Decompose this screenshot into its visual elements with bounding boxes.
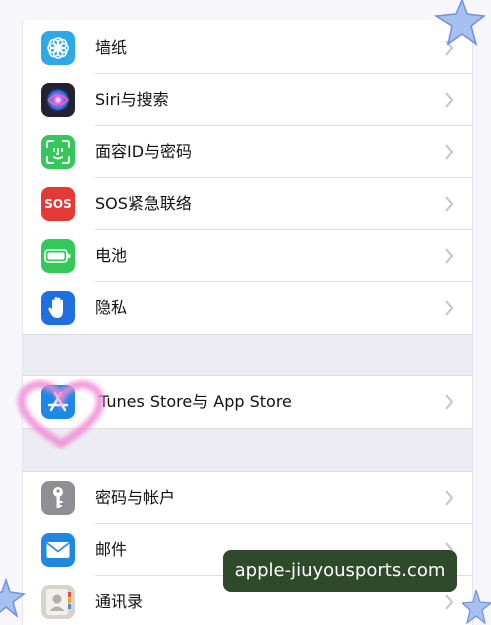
chevron-right-icon (445, 490, 454, 506)
siri-icon (41, 83, 75, 117)
settings-row-label: 邮件 (95, 540, 128, 559)
group-separator (23, 334, 472, 376)
chevron-right-icon (445, 300, 454, 316)
key-icon (41, 481, 75, 515)
settings-row-siri[interactable]: Siri与搜索 (23, 74, 472, 126)
face-id-icon (41, 135, 75, 169)
settings-row-label: 面容ID与密码 (95, 142, 193, 161)
settings-row-label: 墙纸 (95, 38, 128, 57)
watermark-label: apple-jiuyousports.com (223, 550, 457, 592)
battery-icon (41, 239, 75, 273)
star-sticker-icon (0, 578, 26, 618)
chevron-right-icon (445, 248, 454, 264)
settings-row-passwords-accounts[interactable]: 密码与帐户 (23, 472, 472, 524)
settings-row-wallpaper[interactable]: 墙纸 (23, 22, 472, 74)
sos-icon-text: SOS (44, 197, 72, 211)
settings-row-sos[interactable]: SOS SOS紧急联络 (23, 178, 472, 230)
flower-icon (41, 31, 75, 65)
settings-row-label: Siri与搜索 (95, 90, 169, 109)
star-sticker-icon (433, 0, 486, 46)
mail-icon (41, 533, 75, 567)
chevron-right-icon (445, 594, 454, 610)
chevron-right-icon (445, 196, 454, 212)
settings-row-label: 电池 (95, 246, 128, 265)
settings-row-label: 隐私 (95, 298, 128, 317)
star-sticker-icon (462, 590, 491, 625)
settings-row-label: 通讯录 (95, 592, 144, 611)
chevron-right-icon (445, 92, 454, 108)
heart-sticker-icon (17, 380, 105, 449)
contacts-icon (41, 585, 75, 619)
settings-row-face-id[interactable]: 面容ID与密码 (23, 126, 472, 178)
settings-panel: 墙纸 Siri与搜索 面容ID与密码 SOS SOS紧急联络 电池 隐私 Tun… (22, 20, 473, 625)
settings-row-battery[interactable]: 电池 (23, 230, 472, 282)
chevron-right-icon (445, 394, 454, 410)
chevron-right-icon (445, 144, 454, 160)
settings-row-label: Tunes Store与 App Store (99, 392, 292, 411)
settings-row-privacy[interactable]: 隐私 (23, 282, 472, 334)
sos-icon: SOS (41, 187, 75, 221)
settings-row-label: SOS紧急联络 (95, 194, 192, 213)
hand-icon (41, 291, 75, 325)
settings-row-label: 密码与帐户 (95, 488, 176, 507)
